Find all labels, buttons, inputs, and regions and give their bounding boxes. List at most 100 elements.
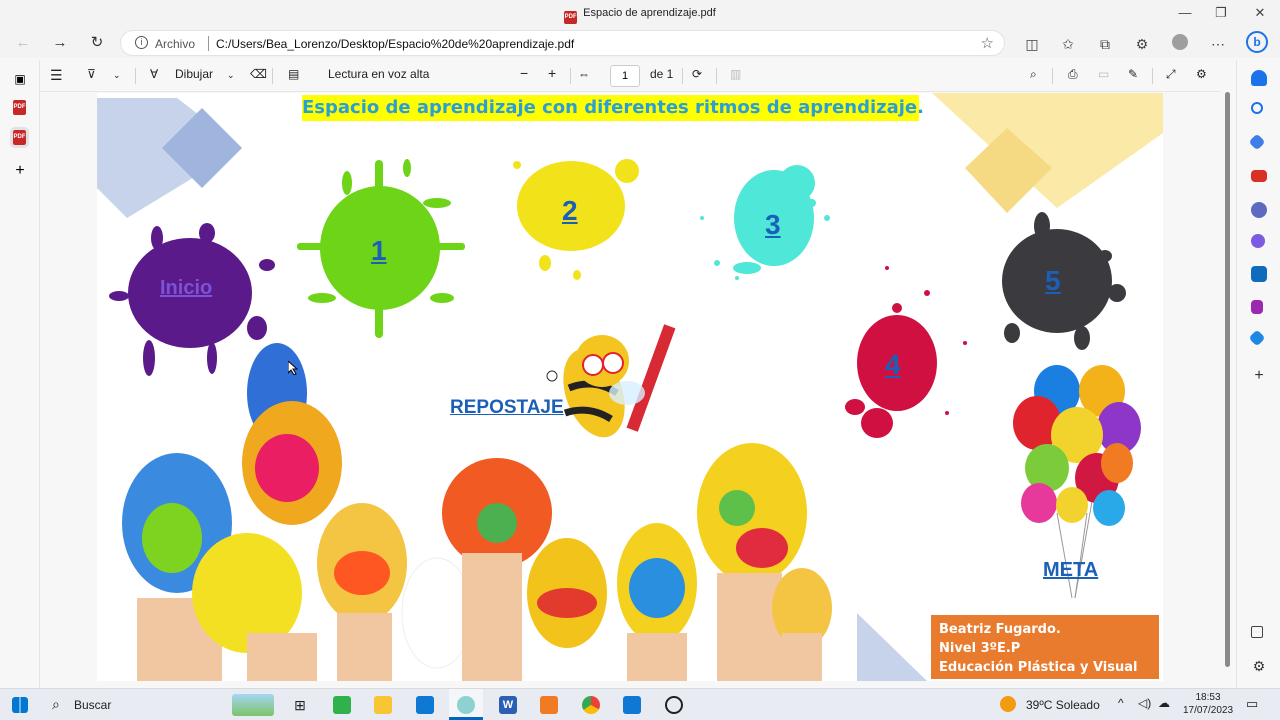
weather-widget[interactable]: 39ºC Soleado xyxy=(1000,696,1100,712)
settings-gear-icon[interactable]: ⚙ xyxy=(1196,67,1207,81)
link-step-1[interactable]: 1 xyxy=(371,235,387,267)
hide-sidebar-icon[interactable] xyxy=(1251,626,1263,638)
new-tab-icon[interactable]: + xyxy=(11,162,29,180)
shopping-icon[interactable] xyxy=(1248,133,1266,151)
notifications-icon[interactable]: ▭ xyxy=(1246,696,1258,712)
rotate-icon[interactable]: ⟳ xyxy=(692,67,702,81)
minimize-button[interactable]: — xyxy=(1170,4,1200,22)
yellow-corner-diamonds xyxy=(932,93,1163,213)
link-meta[interactable]: META xyxy=(1043,559,1098,582)
cloud-icon[interactable]: ☁ xyxy=(1158,696,1170,710)
zoom-out-icon[interactable]: − xyxy=(520,65,528,81)
app-icon-green[interactable] xyxy=(333,696,351,714)
send-icon[interactable] xyxy=(1248,329,1266,347)
forward-icon[interactable]: → xyxy=(49,33,71,53)
pdf-toolbar: ☰ ⊽ ⌄ ∀ Dibujar ⌄ ⌫ ▤ Lectura en voz alt… xyxy=(40,60,1220,92)
link-inicio[interactable]: Inicio xyxy=(160,277,212,300)
refresh-icon[interactable]: ↻ xyxy=(86,33,108,53)
fullscreen-icon[interactable]: ⤢ xyxy=(1166,67,1176,82)
link-step-3[interactable]: 3 xyxy=(765,209,781,241)
link-repostaje[interactable]: REPOSTAJE xyxy=(450,397,564,419)
drop-icon[interactable] xyxy=(1251,300,1263,314)
contents-icon[interactable]: ☰ xyxy=(50,67,63,84)
author-level: Nivel 3ºE.P xyxy=(939,641,1021,656)
painted-hands-illustration xyxy=(122,343,832,681)
highlight-chevron-down-icon[interactable]: ⌄ xyxy=(113,70,121,81)
collections-icon[interactable]: ⧉ xyxy=(1094,34,1116,54)
extensions-icon[interactable]: ⚙ xyxy=(1131,34,1153,54)
microsoft-365-icon[interactable] xyxy=(1251,234,1265,248)
link-step-2[interactable]: 2 xyxy=(562,195,578,227)
protocol-label: Archivo xyxy=(155,37,196,51)
chrome-icon[interactable] xyxy=(582,696,600,714)
taskbar-search[interactable]: ⌕ Buscar xyxy=(48,693,228,717)
close-button[interactable]: ✕ xyxy=(1245,4,1275,22)
back-icon[interactable]: ← xyxy=(12,33,34,53)
divider xyxy=(570,68,571,84)
windows-start-icon[interactable] xyxy=(12,697,28,713)
tools-icon[interactable] xyxy=(1251,170,1267,182)
link-step-4[interactable]: 4 xyxy=(885,349,901,381)
search-icon[interactable] xyxy=(1251,102,1263,114)
save-icon[interactable]: ▭ xyxy=(1098,67,1109,81)
address-bar[interactable]: i Archivo C:/Users/Bea_Lorenzo/Desktop/E… xyxy=(120,30,1005,56)
fit-page-icon[interactable]: ⇔ xyxy=(578,67,590,81)
browser-toolbar: ← → ↻ i Archivo C:/Users/Bea_Lorenzo/Des… xyxy=(0,28,1280,58)
blue-corner-diamonds xyxy=(97,98,242,218)
link-step-5[interactable]: 5 xyxy=(1045,265,1061,297)
scrollbar-thumb[interactable] xyxy=(1225,92,1230,667)
pdf-tab-icon[interactable]: PDF xyxy=(13,100,26,115)
mail-icon[interactable] xyxy=(416,696,434,714)
outlook-icon[interactable] xyxy=(1251,266,1267,282)
eraser-icon[interactable]: ⌫ xyxy=(250,67,267,81)
draw-icon[interactable]: ∀ xyxy=(150,67,158,81)
draw-button-label[interactable]: Dibujar xyxy=(175,67,213,81)
search-icon[interactable]: ⌕ xyxy=(1030,67,1037,82)
file-explorer-icon[interactable] xyxy=(374,696,392,714)
volume-icon[interactable]: ◁) xyxy=(1138,696,1151,710)
read-aloud-button[interactable]: Lectura en voz alta xyxy=(328,67,429,81)
restore-button[interactable]: ❐ xyxy=(1206,4,1236,22)
word-icon[interactable]: W xyxy=(499,696,517,714)
save-as-icon[interactable]: ✎ xyxy=(1128,67,1138,81)
weather-text: 39ºC Soleado xyxy=(1026,698,1100,712)
app-icon-circle[interactable] xyxy=(665,696,683,714)
profile-avatar[interactable] xyxy=(1169,34,1191,54)
highlight-icon[interactable]: ⊽ xyxy=(87,67,96,81)
favorites-icon[interactable]: ✩ xyxy=(1057,34,1079,54)
tray-chevron-up-icon[interactable]: ^ xyxy=(1118,696,1124,710)
zoom-in-icon[interactable]: + xyxy=(548,65,556,81)
read-aloud-icon[interactable]: ▤ xyxy=(288,67,299,81)
pdf-page: Espacio de aprendizaje con diferentes ri… xyxy=(97,93,1163,681)
clock-time: 18:53 xyxy=(1195,692,1221,703)
add-icon[interactable]: + xyxy=(1251,368,1267,384)
split-screen-icon[interactable]: ◫ xyxy=(1021,34,1043,54)
divider xyxy=(1152,68,1153,84)
games-icon[interactable] xyxy=(1251,202,1267,218)
vertical-scrollbar[interactable] xyxy=(1222,92,1234,680)
divider xyxy=(135,68,136,84)
info-icon[interactable]: i xyxy=(135,36,148,49)
store-icon[interactable] xyxy=(623,696,641,714)
page-total: de 1 xyxy=(650,67,674,81)
pdf-tab-active-icon[interactable]: PDF xyxy=(10,127,29,148)
pdf-file-icon: PDF xyxy=(564,11,578,24)
page-view-icon[interactable]: ▥ xyxy=(730,67,741,81)
task-view-icon[interactable]: ⊞ xyxy=(291,696,309,714)
draw-chevron-down-icon[interactable]: ⌄ xyxy=(227,70,235,81)
url-text[interactable]: C:/Users/Bea_Lorenzo/Desktop/Espacio%20d… xyxy=(216,37,574,51)
favorite-star-icon[interactable]: ☆ xyxy=(981,34,994,52)
more-menu-icon[interactable]: ⋯ xyxy=(1207,34,1229,54)
page-artwork xyxy=(97,93,1163,681)
office-app-icon[interactable] xyxy=(540,696,558,714)
edge-sidebar: + ⚙ xyxy=(1236,60,1280,688)
print-icon[interactable]: ⎙ xyxy=(1068,67,1078,82)
bing-copilot-icon[interactable]: b xyxy=(1246,31,1268,53)
notifications-bell-icon[interactable] xyxy=(1251,70,1267,86)
taskbar-clock[interactable]: 18:53 17/07/2023 xyxy=(1176,691,1240,717)
sun-icon xyxy=(1000,696,1016,712)
page-number-input[interactable]: 1 xyxy=(610,65,640,87)
tab-actions-icon[interactable]: ▣ xyxy=(11,70,29,88)
sidebar-settings-gear-icon[interactable]: ⚙ xyxy=(1251,658,1267,674)
search-highlight-image[interactable] xyxy=(232,694,274,716)
